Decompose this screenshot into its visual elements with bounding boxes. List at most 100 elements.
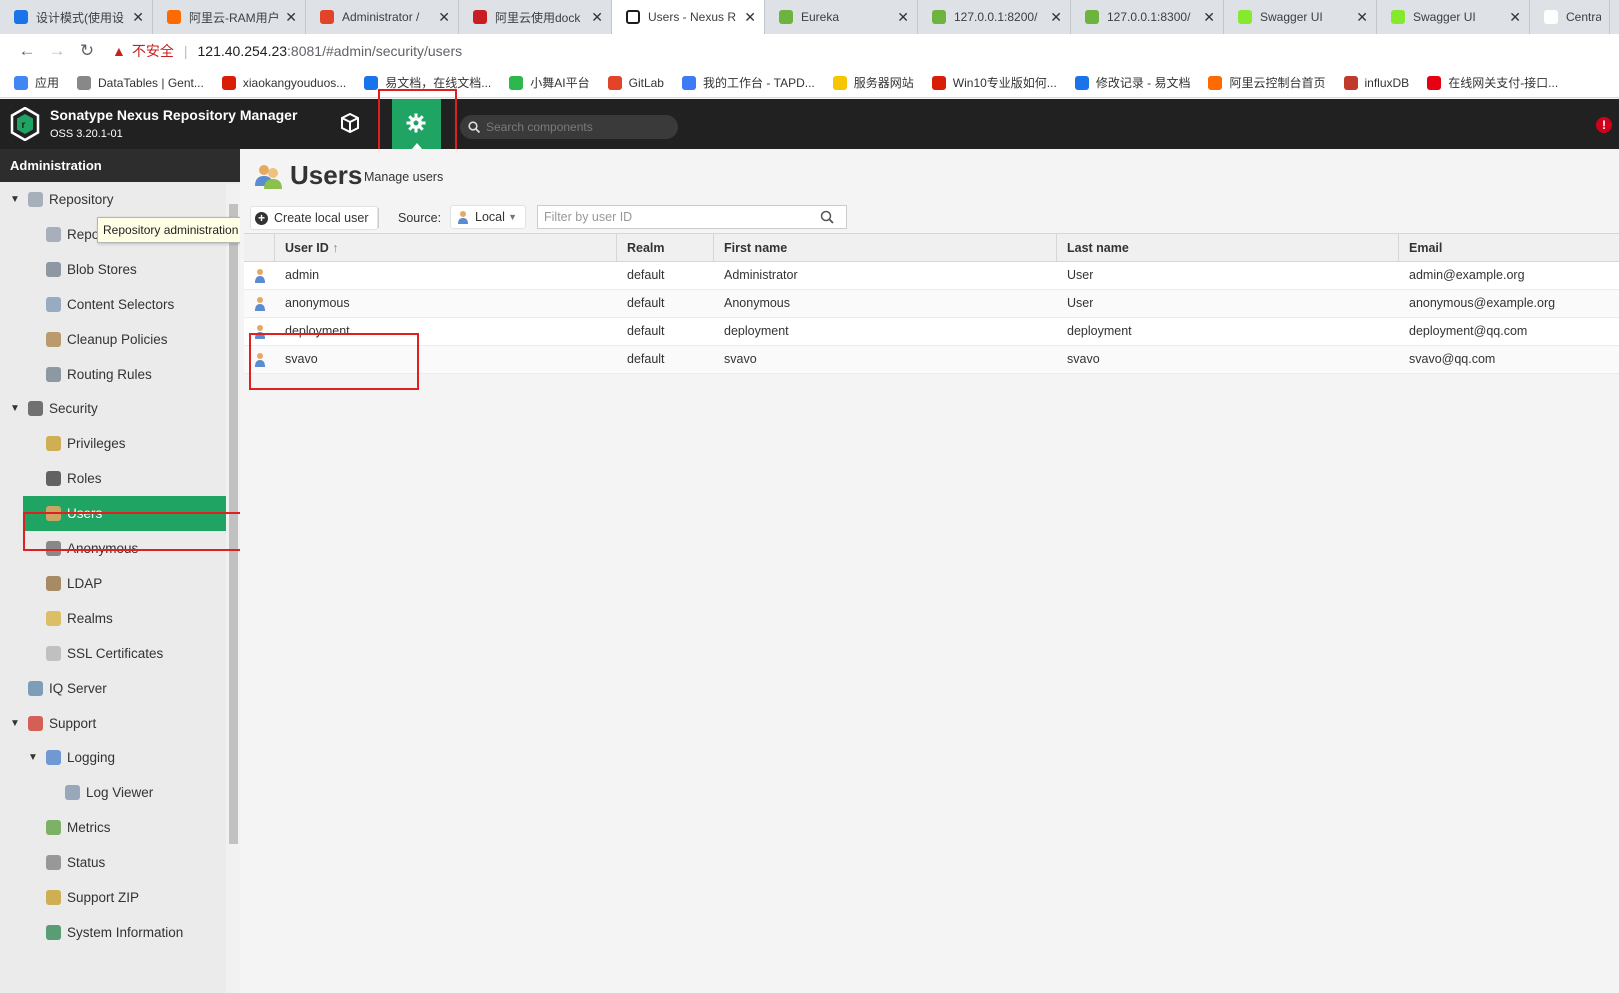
sidebar-item-roles[interactable]: Roles [0,461,226,496]
back-arrow-icon[interactable]: ← [12,41,42,61]
sidebar-item-status[interactable]: Status [0,845,226,880]
sidebar-item-cleanup-policies[interactable]: Cleanup Policies [0,322,226,357]
users-table: User ID ↑ Realm First name Last name Ema… [244,233,1619,374]
nexus-logo-icon[interactable]: r [10,107,40,141]
close-tab-icon[interactable]: ✕ [897,9,909,26]
bookmark-item[interactable]: 我的工作台 - TAPD... [681,74,815,91]
filter-box[interactable] [537,205,847,229]
column-last-name[interactable]: Last name [1057,234,1399,262]
sidebar-item-security[interactable]: ▼ Security [0,391,226,426]
browser-tab[interactable]: Swagger UI ✕ [1377,0,1530,34]
log-icon [46,750,61,766]
bookmark-item[interactable]: DataTables | Gent... [77,75,204,90]
column-realm[interactable]: Realm [617,234,714,262]
browser-tab[interactable]: 阿里云使用dock ✕ [459,0,612,34]
reload-icon[interactable]: ↻ [72,41,102,61]
bookmark-favicon-icon [364,75,379,90]
tab-title: Administrator / [342,10,420,24]
column-first-name[interactable]: First name [714,234,1057,262]
bookmark-item[interactable]: 在线网关支付-接口... [1427,74,1558,91]
create-local-user-button[interactable]: + Create local user [250,206,378,230]
column-user-id[interactable]: User ID ↑ [275,234,617,262]
source-value: Local [475,210,505,224]
table-row[interactable]: deployment default deployment deployment dep… [244,318,1619,346]
bookmark-item[interactable]: influxDB [1343,75,1409,90]
close-tab-icon[interactable]: ✕ [1050,9,1062,26]
expand-triangle-icon[interactable]: ▼ [10,718,20,729]
sidebar-item-label: Status [67,855,106,871]
search-components-input[interactable] [486,120,666,134]
table-row[interactable]: anonymous default Anonymous User anonymous@e… [244,290,1619,318]
bookmark-favicon-icon [14,75,28,90]
sidebar-item-realms[interactable]: Realms [0,601,226,636]
sidebar-item-support[interactable]: ▼ Support [0,706,226,741]
source-label: Source: [398,211,442,225]
bookmark-item[interactable]: 服务器网站 [832,74,914,91]
close-tab-icon[interactable]: ✕ [591,9,603,26]
browse-cube-icon[interactable] [340,113,360,133]
expand-triangle-icon[interactable]: ▼ [10,403,20,414]
sidebar-item-label: Blob Stores [67,261,137,277]
sidebar-item-metrics[interactable]: Metrics [0,810,226,845]
close-tab-icon[interactable]: ✕ [744,9,756,26]
alert-icon[interactable]: ! [1596,117,1612,133]
sidebar-item-blob-stores[interactable]: Blob Stores [0,252,226,287]
browser-tab[interactable]: Administrator / ✕ [306,0,459,34]
pie-chart-icon [46,820,61,836]
browser-tab[interactable]: Users - Nexus R ✕ [612,0,765,34]
expand-triangle-icon[interactable]: ▼ [28,752,38,763]
bookmark-label: GitLab [628,75,664,90]
browser-tab[interactable]: 127.0.0.1:8200/ ✕ [918,0,1071,34]
source-select[interactable]: Local ▼ [450,205,526,229]
sidebar-item-iq-server[interactable]: IQ Server [0,671,226,706]
browser-tab[interactable]: Swagger UI ✕ [1224,0,1377,34]
browser-tab[interactable]: 阿里云-RAM用户 ✕ [153,0,306,34]
browser-tab[interactable]: 设计模式(使用设 ✕ [0,0,153,34]
page-subtitle: Manage users [364,170,444,184]
close-tab-icon[interactable]: ✕ [438,9,450,26]
forward-arrow-icon[interactable]: → [42,41,72,61]
sidebar-item-routing-rules[interactable]: Routing Rules [0,357,226,392]
bookmark-item[interactable]: 小舞AI平台 [509,74,590,91]
sidebar-item-log-viewer[interactable]: Log Viewer [0,775,226,810]
bookmark-item[interactable]: 阿里云控制台首页 [1208,74,1326,91]
sidebar-item-repository[interactable]: ▼ Repository [0,182,226,217]
table-row[interactable]: admin default Administrator User admin@examp… [244,262,1619,290]
sidebar-item-support-zip[interactable]: Support ZIP [0,880,226,915]
bookmark-item[interactable]: Win10专业版如何... [931,74,1057,91]
table-row[interactable]: svavo default svavo svavo svavo@qq.com [244,346,1619,374]
search-components-box[interactable] [460,115,678,139]
url-field[interactable]: ▲ 不安全 | 121.40.254.23:8081/#admin/securi… [112,41,462,61]
cell-email: svavo@qq.com [1409,352,1496,366]
close-tab-icon[interactable]: ✕ [285,9,297,26]
bookmark-item[interactable]: 应用 [14,74,59,91]
filter-user-id-input[interactable] [538,210,818,224]
search-icon[interactable] [820,210,834,224]
building-icon [46,855,61,871]
sidebar-item-logging[interactable]: ▼ Logging [0,740,226,775]
tab-title: 阿里云-RAM用户 [189,10,280,25]
sidebar-item-content-selectors[interactable]: Content Selectors [0,287,226,322]
close-tab-icon[interactable]: ✕ [1356,9,1368,26]
expand-triangle-icon[interactable]: ▼ [10,194,20,205]
globe-icon [46,924,61,940]
close-tab-icon[interactable]: ✕ [1509,9,1521,26]
lifebuoy-icon [28,715,43,731]
sidebar-item-ldap[interactable]: LDAP [0,566,226,601]
sidebar-item-label: Routing Rules [67,366,152,382]
column-email[interactable]: Email [1399,234,1619,262]
browser-tab[interactable]: Eureka ✕ [765,0,918,34]
sidebar-item-privileges[interactable]: Privileges [0,426,226,461]
sidebar-item-ssl-certificates[interactable]: SSL Certificates [0,636,226,671]
bookmark-item[interactable]: GitLab [607,75,664,90]
browser-tab[interactable]: 127.0.0.1:8300/ ✕ [1071,0,1224,34]
badge-icon [28,401,43,417]
close-tab-icon[interactable]: ✕ [132,9,144,26]
bookmark-item[interactable]: xiaokangyouduos... [221,75,346,90]
browser-tab[interactable]: Central [1530,0,1610,34]
sidebar-scrollbar[interactable] [226,184,240,993]
bookmark-item[interactable]: 修改记录 - 易文档 [1074,74,1190,91]
close-tab-icon[interactable]: ✕ [1203,9,1215,26]
sidebar-item-system-information[interactable]: System Information [0,915,226,950]
nexus-header: r Sonatype Nexus Repository Manager OSS … [0,99,1619,149]
